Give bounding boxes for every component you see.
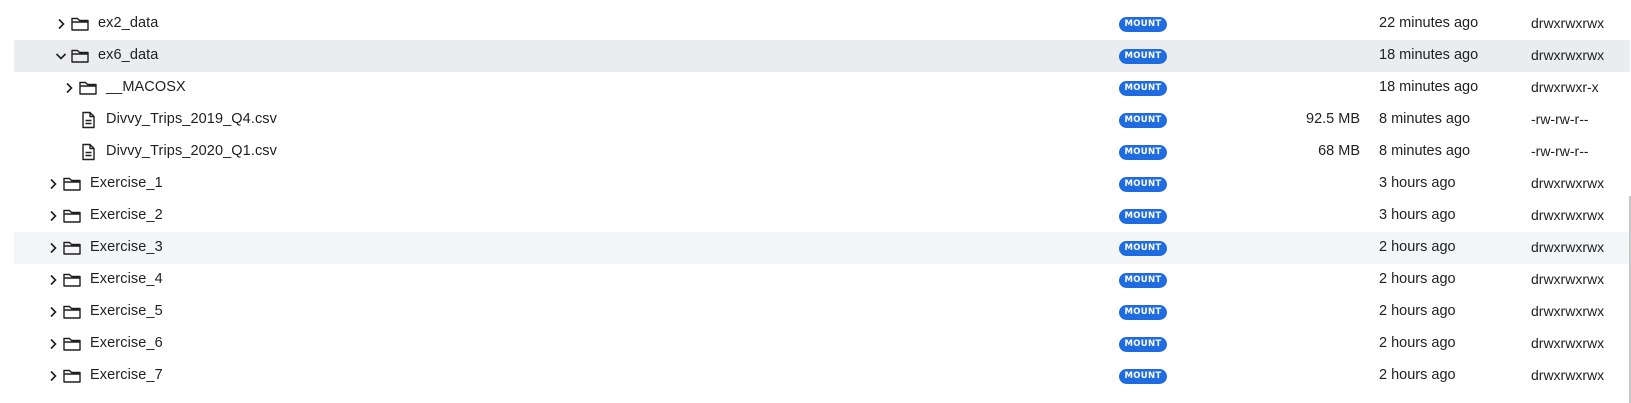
item-modified: 3 hours ago bbox=[1379, 175, 1456, 191]
item-modified: 18 minutes ago bbox=[1379, 79, 1479, 95]
tree-row-exercise-5[interactable]: Exercise_5 MOUNT 2 hours ago drwxrwxrwx bbox=[14, 296, 1630, 328]
item-modified: 2 hours ago bbox=[1379, 367, 1456, 383]
mount-badge: MOUNT bbox=[1119, 49, 1167, 64]
item-permissions: drwxrwxrwx bbox=[1531, 15, 1605, 31]
chevron-right-icon[interactable] bbox=[46, 209, 60, 223]
file-icon bbox=[78, 142, 98, 162]
mount-badge: MOUNT bbox=[1119, 241, 1167, 256]
item-size: 68 MB bbox=[1318, 143, 1360, 159]
item-permissions: drwxrwxrwx bbox=[1531, 175, 1605, 191]
mount-badge: MOUNT bbox=[1119, 177, 1167, 192]
folder-icon bbox=[62, 334, 82, 354]
item-permissions: drwxrwxrwx bbox=[1531, 303, 1605, 319]
item-size: 92.5 MB bbox=[1306, 111, 1360, 127]
item-name[interactable]: Exercise_2 bbox=[90, 207, 163, 223]
tree-row-exercise-4[interactable]: Exercise_4 MOUNT 2 hours ago drwxrwxrwx bbox=[14, 264, 1630, 296]
item-permissions: drwxrwxrwx bbox=[1531, 47, 1605, 63]
chevron-right-icon[interactable] bbox=[46, 177, 60, 191]
mount-badge: MOUNT bbox=[1119, 305, 1167, 320]
item-permissions: -rw-rw-r-- bbox=[1531, 143, 1589, 159]
tree-row-exercise-1[interactable]: Exercise_1 MOUNT 3 hours ago drwxrwxrwx bbox=[14, 168, 1630, 200]
mount-badge: MOUNT bbox=[1119, 113, 1167, 128]
tree-row-exercise-3[interactable]: Exercise_3 MOUNT 2 hours ago drwxrwxrwx bbox=[14, 232, 1630, 264]
mount-badge: MOUNT bbox=[1119, 81, 1167, 96]
item-name[interactable]: __MACOSX bbox=[106, 79, 186, 95]
item-modified: 8 minutes ago bbox=[1379, 143, 1471, 159]
folder-icon bbox=[62, 174, 82, 194]
mount-badge: MOUNT bbox=[1119, 209, 1167, 224]
item-name[interactable]: Exercise_1 bbox=[90, 175, 163, 191]
folder-icon bbox=[62, 270, 82, 290]
item-permissions: drwxrwxrwx bbox=[1531, 335, 1605, 351]
chevron-right-icon[interactable] bbox=[46, 305, 60, 319]
folder-icon bbox=[70, 14, 90, 34]
tree-row-exercise-6[interactable]: Exercise_6 MOUNT 2 hours ago drwxrwxrwx bbox=[14, 328, 1630, 360]
folder-icon bbox=[62, 206, 82, 226]
item-modified: 8 minutes ago bbox=[1379, 111, 1471, 127]
mount-badge: MOUNT bbox=[1119, 273, 1167, 288]
item-modified: 18 minutes ago bbox=[1379, 47, 1479, 63]
chevron-down-icon[interactable] bbox=[54, 49, 68, 63]
mount-badge: MOUNT bbox=[1119, 337, 1167, 352]
item-name[interactable]: Divvy_Trips_2020_Q1.csv bbox=[106, 143, 277, 159]
item-name[interactable]: Exercise_5 bbox=[90, 303, 163, 319]
item-modified: 2 hours ago bbox=[1379, 239, 1456, 255]
tree-row-exercise-7[interactable]: Exercise_7 MOUNT 2 hours ago drwxrwxrwx bbox=[14, 360, 1630, 392]
item-name[interactable]: Exercise_4 bbox=[90, 271, 163, 287]
item-name[interactable]: Divvy_Trips_2019_Q4.csv bbox=[106, 111, 277, 127]
item-permissions: drwxrwxrwx bbox=[1531, 207, 1605, 223]
item-modified: 2 hours ago bbox=[1379, 271, 1456, 287]
tree-row-exercise-2[interactable]: Exercise_2 MOUNT 3 hours ago drwxrwxrwx bbox=[14, 200, 1630, 232]
item-modified: 3 hours ago bbox=[1379, 207, 1456, 223]
folder-icon bbox=[62, 302, 82, 322]
tree-row-divvy-2020-q1[interactable]: Divvy_Trips_2020_Q1.csv MOUNT 68 MB 8 mi… bbox=[14, 136, 1630, 168]
item-name[interactable]: ex2_data bbox=[98, 15, 158, 31]
folder-icon bbox=[62, 366, 82, 386]
item-modified: 22 minutes ago bbox=[1379, 15, 1479, 31]
folder-icon bbox=[78, 78, 98, 98]
item-permissions: drwxrwxrwx bbox=[1531, 239, 1605, 255]
chevron-right-icon[interactable] bbox=[46, 241, 60, 255]
folder-icon bbox=[70, 46, 90, 66]
file-tree: ex2_data MOUNT 22 minutes ago drwxrwxrwx… bbox=[14, 8, 1630, 392]
file-icon bbox=[78, 110, 98, 130]
chevron-right-icon[interactable] bbox=[54, 17, 68, 31]
item-permissions: drwxrwxrwx bbox=[1531, 367, 1605, 383]
chevron-right-icon[interactable] bbox=[46, 273, 60, 287]
chevron-right-icon[interactable] bbox=[46, 337, 60, 351]
mount-badge: MOUNT bbox=[1119, 17, 1167, 32]
item-permissions: -rw-rw-r-- bbox=[1531, 111, 1589, 127]
item-name[interactable]: Exercise_6 bbox=[90, 335, 163, 351]
item-name[interactable]: Exercise_7 bbox=[90, 367, 163, 383]
item-permissions: drwxrwxrwx bbox=[1531, 271, 1605, 287]
item-name[interactable]: Exercise_3 bbox=[90, 239, 163, 255]
item-name[interactable]: ex6_data bbox=[98, 47, 158, 63]
chevron-right-icon[interactable] bbox=[46, 369, 60, 383]
tree-row-macosx[interactable]: __MACOSX MOUNT 18 minutes ago drwxrwxr-x bbox=[14, 72, 1630, 104]
item-modified: 2 hours ago bbox=[1379, 303, 1456, 319]
folder-icon bbox=[62, 238, 82, 258]
mount-badge: MOUNT bbox=[1119, 145, 1167, 160]
chevron-right-icon[interactable] bbox=[62, 81, 76, 95]
tree-row-ex6-data[interactable]: ex6_data MOUNT 18 minutes ago drwxrwxrwx bbox=[14, 40, 1630, 72]
item-permissions: drwxrwxr-x bbox=[1531, 79, 1599, 95]
item-modified: 2 hours ago bbox=[1379, 335, 1456, 351]
tree-row-ex2-data[interactable]: ex2_data MOUNT 22 minutes ago drwxrwxrwx bbox=[14, 8, 1630, 40]
tree-row-divvy-2019-q4[interactable]: Divvy_Trips_2019_Q4.csv MOUNT 92.5 MB 8 … bbox=[14, 104, 1630, 136]
mount-badge: MOUNT bbox=[1119, 369, 1167, 384]
